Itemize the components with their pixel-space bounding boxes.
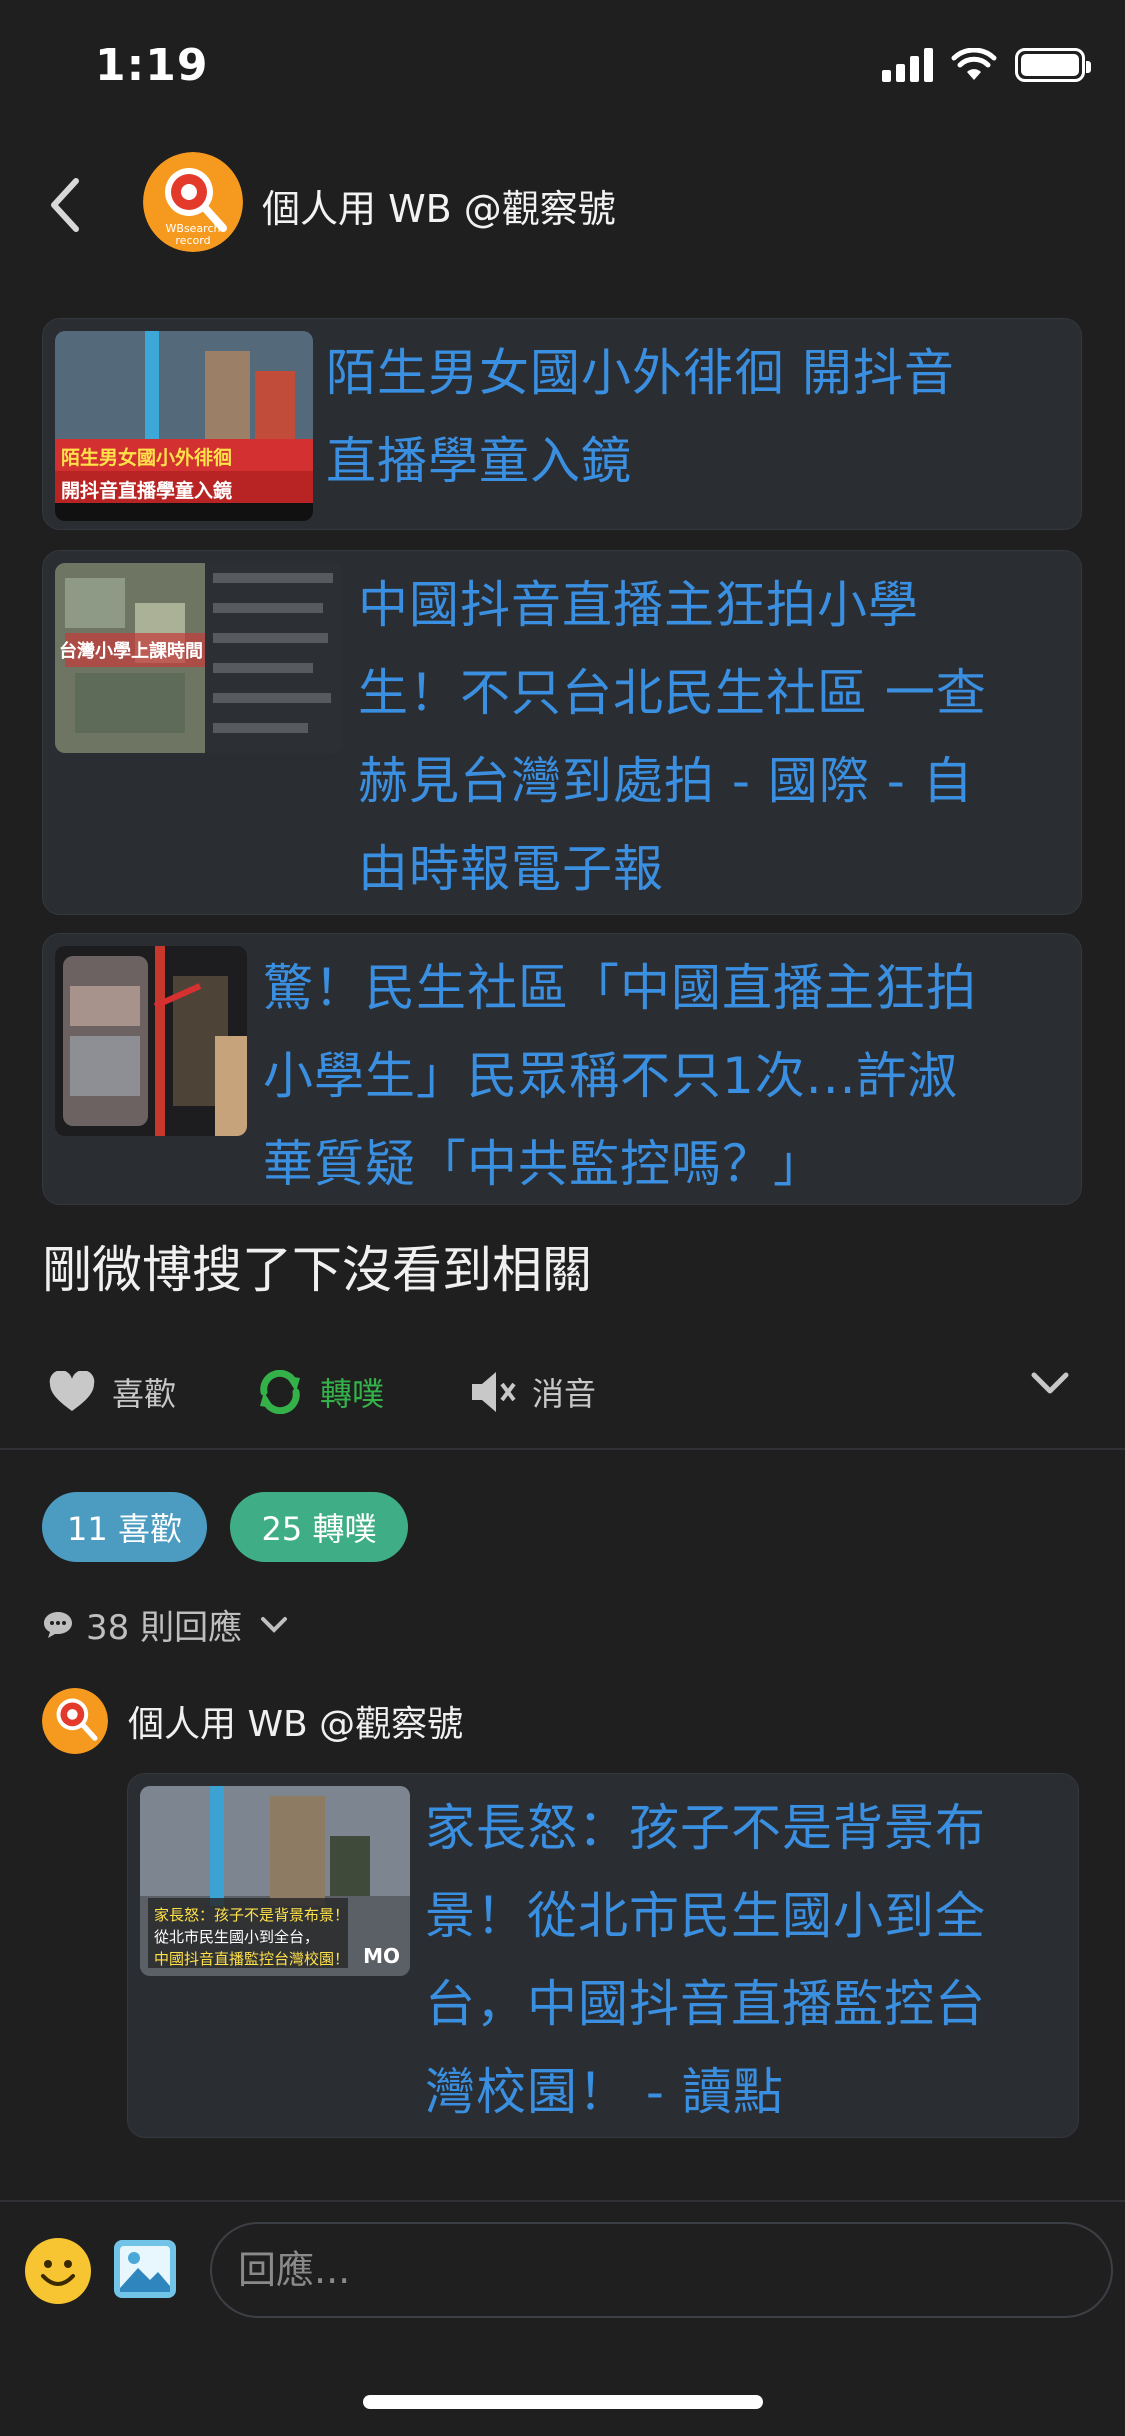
reply-author[interactable]: 個人用 WB @觀察號: [128, 1695, 463, 1747]
repost-icon: [260, 1370, 300, 1414]
link-card[interactable]: 陌生男女國小外徘徊 開抖音直播學童入鏡 陌生男女國小外徘徊 開抖音 直播學童入鏡: [42, 318, 1082, 530]
mute-icon: [472, 1372, 516, 1412]
reply-input[interactable]: [210, 2222, 1113, 2318]
image-upload-button[interactable]: [112, 2238, 178, 2300]
link-title: 陌生男女國小外徘徊 開抖音 直播學童入鏡: [326, 329, 955, 505]
heart-icon: [49, 1371, 95, 1411]
replies-toggle[interactable]: 38 則回應: [42, 1600, 288, 1649]
back-button[interactable]: [40, 170, 90, 240]
thumb-caption: 開抖音直播學童入鏡: [61, 480, 233, 502]
thumb-caption: 陌生男女國小外徘徊: [61, 447, 233, 469]
divider: [0, 1448, 1125, 1450]
link-title-line: 生！不只台北民生社區 一查: [358, 664, 987, 722]
link-title-line: 中國抖音直播主狂拍小學: [358, 576, 919, 634]
like-label: 喜歡: [112, 1375, 177, 1413]
avatar[interactable]: WBsearch record: [143, 152, 243, 252]
wifi-icon: [951, 48, 997, 80]
avatar[interactable]: [42, 1688, 108, 1754]
thumb-logo: MO: [363, 1944, 400, 1968]
chevron-left-icon: [51, 178, 79, 232]
reply-header: 個人用 WB @觀察號: [42, 1688, 463, 1754]
action-bar: 喜歡 轉噗 消音: [0, 1355, 1125, 1435]
link-title-line: 灣校園！ - 讀點: [425, 2063, 784, 2121]
link-title: 家長怒：孩子不是背景布 景！從北市民生國小到全 台，中國抖音直播監控台 灣校園！…: [425, 1784, 986, 2136]
mute-button[interactable]: 消音: [468, 1369, 596, 1415]
nav-header: WBsearch record 個人用 WB @觀察號: [0, 140, 1125, 270]
link-thumbnail: 台灣小學上課時間: [55, 563, 343, 753]
like-button[interactable]: 喜歡: [48, 1369, 176, 1415]
link-title-line: 赫見台灣到處拍 - 國際 - 自: [358, 752, 974, 810]
link-thumbnail: 陌生男女國小外徘徊 開抖音直播學童入鏡: [55, 331, 313, 521]
svg-text:record: record: [175, 234, 210, 247]
link-title: 中國抖音直播主狂拍小學 生！不只台北民生社區 一查 赫見台灣到處拍 - 國際 -…: [358, 561, 987, 913]
smiley-icon: [26, 2239, 90, 2303]
chevron-down-icon: [261, 1616, 288, 1633]
link-title: 驚！民生社區「中國直播主狂拍 小學生」民眾稱不只1次...許淑 華質疑「中共監控…: [263, 944, 977, 1204]
comment-icon: [44, 1611, 72, 1638]
reposts-count-badge[interactable]: 25 轉噗: [230, 1492, 408, 1562]
link-title-line: 陌生男女國小外徘徊 開抖音: [326, 344, 955, 402]
page-title[interactable]: 個人用 WB @觀察號: [262, 178, 616, 233]
home-indicator[interactable]: [363, 2395, 763, 2409]
link-title-line: 家長怒：孩子不是背景布: [425, 1799, 986, 1857]
link-title-line: 直播學童入鏡: [326, 432, 632, 490]
thumb-caption: 中國抖音直播監控台灣校園！: [154, 1950, 350, 1968]
link-card[interactable]: 家長怒：孩子不是背景布景！ 從北市民生國小到全台， 中國抖音直播監控台灣校園！ …: [127, 1773, 1079, 2138]
status-bar: 1:19: [0, 0, 1125, 140]
post-text: 剛微博搜了下沒看到相關: [42, 1241, 592, 1299]
link-title-line: 由時報電子報: [358, 840, 664, 898]
signal-icon: [882, 48, 933, 82]
mute-label: 消音: [532, 1375, 597, 1413]
link-card[interactable]: 驚！民生社區「中國直播主狂拍 小學生」民眾稱不只1次...許淑 華質疑「中共監控…: [42, 933, 1082, 1205]
link-thumbnail: 家長怒：孩子不是背景布景！ 從北市民生國小到全台， 中國抖音直播監控台灣校園！ …: [140, 1786, 410, 1976]
status-icons: [882, 48, 1091, 82]
emoji-button[interactable]: [25, 2238, 91, 2304]
battery-icon: [1015, 48, 1091, 82]
thumb-caption: 家長怒：孩子不是背景布景！: [154, 1906, 350, 1924]
repost-button[interactable]: 轉噗: [256, 1369, 384, 1415]
repost-label: 轉噗: [320, 1375, 385, 1413]
chevron-down-icon: [1031, 1372, 1069, 1394]
thumb-caption: 台灣小學上課時間: [59, 641, 203, 662]
link-title-line: 台，中國抖音直播監控台: [425, 1975, 986, 2033]
link-thumbnail: [55, 946, 247, 1136]
link-title-line: 驚！民生社區「中國直播主狂拍: [263, 959, 977, 1017]
replies-count-label: 38 則回應: [86, 1608, 243, 1648]
link-card[interactable]: 台灣小學上課時間 中國抖音直播主狂拍小學 生！不只台北民生社區 一查 赫見台灣到…: [42, 550, 1082, 915]
link-title-line: 景！從北市民生國小到全: [425, 1887, 986, 1945]
likes-count-badge[interactable]: 11 喜歡: [42, 1492, 207, 1562]
status-time: 1:19: [95, 40, 209, 91]
image-icon: [114, 2240, 176, 2298]
thumb-caption: 從北市民生國小到全台，: [154, 1928, 320, 1946]
link-title-line: 小學生」民眾稱不只1次...許淑: [263, 1047, 959, 1105]
link-title-line: 華質疑「中共監控嗎？」: [263, 1135, 824, 1193]
more-options-button[interactable]: [1030, 1369, 1070, 1397]
